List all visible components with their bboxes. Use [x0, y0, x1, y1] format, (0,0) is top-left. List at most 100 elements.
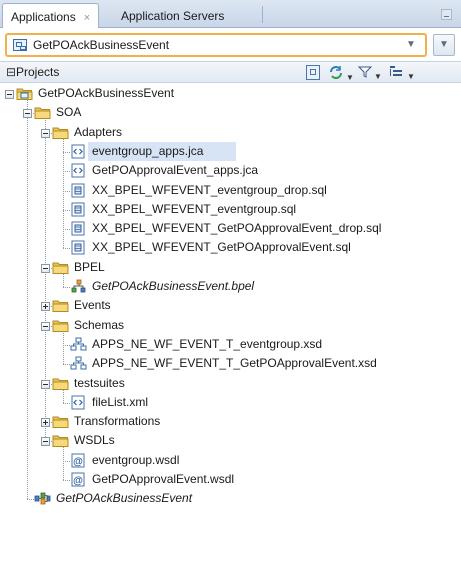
- tree-connector-line: [63, 248, 70, 250]
- tree-node-label: Adapters: [74, 124, 123, 139]
- layout-options-icon[interactable]: ▼: [389, 65, 415, 81]
- tree-node[interactable]: eventgroup_apps.jca: [0, 141, 461, 161]
- sql-file-icon: [70, 183, 87, 198]
- tree-node[interactable]: GetPOAckBusinessEvent.bpel: [0, 277, 461, 296]
- tree-connector-line: [63, 460, 70, 462]
- tree-node-label: GetPOAckBusinessEvent.bpel: [92, 279, 255, 293]
- tree-node[interactable]: XX_BPEL_WFEVENT_GetPOApprovalEvent_drop.…: [0, 219, 461, 238]
- tab-application-servers-label: Application Servers: [121, 9, 225, 23]
- collapse-projects-icon[interactable]: ⊟: [6, 65, 16, 79]
- tree-node[interactable]: GetPOApprovalEvent_apps.jca: [0, 161, 461, 180]
- tree-node[interactable]: GetPOAckBusinessEvent: [0, 489, 461, 508]
- collapse-icon[interactable]: [41, 437, 50, 447]
- tree-node-label: GetPOAckBusinessEvent: [38, 86, 175, 100]
- jca-file-icon: [70, 163, 87, 178]
- tree-node[interactable]: @ GetPOApprovalEvent.wsdl: [0, 470, 461, 489]
- project-folder-icon: [16, 86, 33, 101]
- tree-node-label: APPS_NE_WF_EVENT_T_GetPOApprovalEvent.xs…: [92, 356, 377, 371]
- tree-node[interactable]: Adapters: [0, 123, 461, 142]
- tree-node-label: XX_BPEL_WFEVENT_eventgroup.sql: [92, 201, 297, 216]
- tree-node-label: fileList.xml: [92, 394, 149, 409]
- tree-connector-line: [63, 151, 70, 153]
- tree-node-label: BPEL: [74, 259, 105, 274]
- tab-applications[interactable]: Applications ×: [2, 3, 100, 28]
- close-tab-icon[interactable]: ×: [84, 12, 90, 24]
- sql-file-icon: [70, 202, 87, 217]
- xml-file-icon: [70, 395, 87, 410]
- collapse-icon[interactable]: [41, 128, 50, 138]
- expand-icon[interactable]: [41, 302, 50, 312]
- svg-text:@: @: [73, 456, 83, 467]
- tree-node[interactable]: Events: [0, 296, 461, 315]
- collapse-icon[interactable]: [41, 321, 50, 331]
- navigator-tab-bar: Applications × Application Servers: [0, 0, 461, 28]
- tab-divider: [262, 6, 263, 23]
- collapse-icon[interactable]: [5, 90, 14, 99]
- folder-icon: [52, 318, 69, 333]
- collapse-icon[interactable]: [41, 379, 50, 389]
- tree-node[interactable]: Schemas: [0, 316, 461, 335]
- minimize-panel-icon[interactable]: [441, 9, 452, 20]
- folder-icon: [52, 260, 69, 275]
- tree-node-label: testsuites: [74, 375, 125, 390]
- tree-node-label: eventgroup_apps.jca: [92, 143, 204, 158]
- filter-icon[interactable]: ▼: [357, 65, 382, 81]
- tree-node-label: eventgroup.wsdl: [92, 452, 180, 467]
- tree-node[interactable]: XX_BPEL_WFEVENT_eventgroup.sql: [0, 200, 461, 219]
- application-menu-button[interactable]: ▼: [433, 34, 455, 56]
- tree-connector-line: [63, 344, 70, 346]
- tree-node[interactable]: testsuites: [0, 374, 461, 393]
- tree-node[interactable]: XX_BPEL_WFEVENT_eventgroup_drop.sql: [0, 181, 461, 200]
- wsdl-file-icon: @: [70, 453, 87, 468]
- projects-title: Projects: [16, 65, 60, 79]
- bpel-process-icon: [70, 279, 87, 294]
- tree-node-label: WSDLs: [74, 433, 115, 448]
- tree-connector-line: [63, 364, 70, 366]
- collapse-icon[interactable]: [23, 109, 32, 119]
- tree-node-label: GetPOAckBusinessEvent: [56, 491, 193, 506]
- tree-connector-line: [63, 402, 70, 404]
- tree-node-label: Events: [74, 298, 111, 313]
- folder-icon: [34, 105, 51, 120]
- tree-connector-line: [63, 229, 70, 231]
- svg-text:@: @: [73, 476, 83, 487]
- tree-node-label: Transformations: [74, 414, 161, 429]
- sync-editor-icon[interactable]: [306, 65, 320, 80]
- tree-node[interactable]: APPS_NE_WF_EVENT_T_eventgroup.xsd: [0, 335, 461, 354]
- tree-node[interactable]: @ eventgroup.wsdl: [0, 451, 461, 470]
- chevron-down-icon: ▼: [439, 39, 449, 50]
- refresh-icon[interactable]: ▼: [328, 65, 354, 82]
- collapse-icon[interactable]: [41, 263, 50, 273]
- tree-connector-line: [63, 209, 70, 211]
- tree-node[interactable]: BPEL: [0, 258, 461, 277]
- tree-node[interactable]: fileList.xml: [0, 393, 461, 412]
- chevron-down-icon[interactable]: ▼: [406, 39, 416, 50]
- tree-node-label: XX_BPEL_WFEVENT_eventgroup_drop.sql: [92, 182, 327, 197]
- tree-node[interactable]: GetPOAckBusinessEvent: [0, 84, 461, 103]
- tree-node[interactable]: Transformations: [0, 412, 461, 431]
- xsd-schema-icon: [70, 337, 87, 352]
- tree-connector-line: [63, 480, 70, 481]
- jca-file-icon: [70, 144, 87, 159]
- folder-icon: [52, 414, 69, 429]
- tab-applications-label: Applications: [11, 10, 76, 24]
- tree-node[interactable]: APPS_NE_WF_EVENT_T_GetPOApprovalEvent.xs…: [0, 354, 461, 373]
- expand-icon[interactable]: [41, 418, 50, 428]
- project-tree: GetPOAckBusinessEvent SOA Adapters eventgro…: [0, 84, 461, 554]
- folder-icon: [52, 298, 69, 313]
- tree-connector-line: [27, 499, 34, 501]
- tree-node-label: APPS_NE_WF_EVENT_T_eventgroup.xsd: [92, 336, 323, 351]
- application-selector[interactable]: GetPOAckBusinessEvent ▼: [5, 33, 427, 57]
- folder-icon: [52, 433, 69, 448]
- projects-panel-header: ⊟ Projects ▼ ▼ ▼: [0, 61, 461, 83]
- composite-icon: [34, 491, 51, 506]
- folder-icon: [52, 125, 69, 140]
- sql-file-icon: [70, 221, 87, 236]
- tree-node[interactable]: SOA: [0, 103, 461, 122]
- tree-connector-line: [63, 171, 70, 173]
- tree-node-label: Schemas: [74, 317, 125, 332]
- tree-node[interactable]: WSDLs: [0, 431, 461, 450]
- tree-node-label: XX_BPEL_WFEVENT_GetPOApprovalEvent_drop.…: [92, 221, 382, 236]
- tab-application-servers[interactable]: Application Servers: [113, 3, 232, 28]
- tree-node[interactable]: XX_BPEL_WFEVENT_GetPOApprovalEvent.sql: [0, 238, 461, 257]
